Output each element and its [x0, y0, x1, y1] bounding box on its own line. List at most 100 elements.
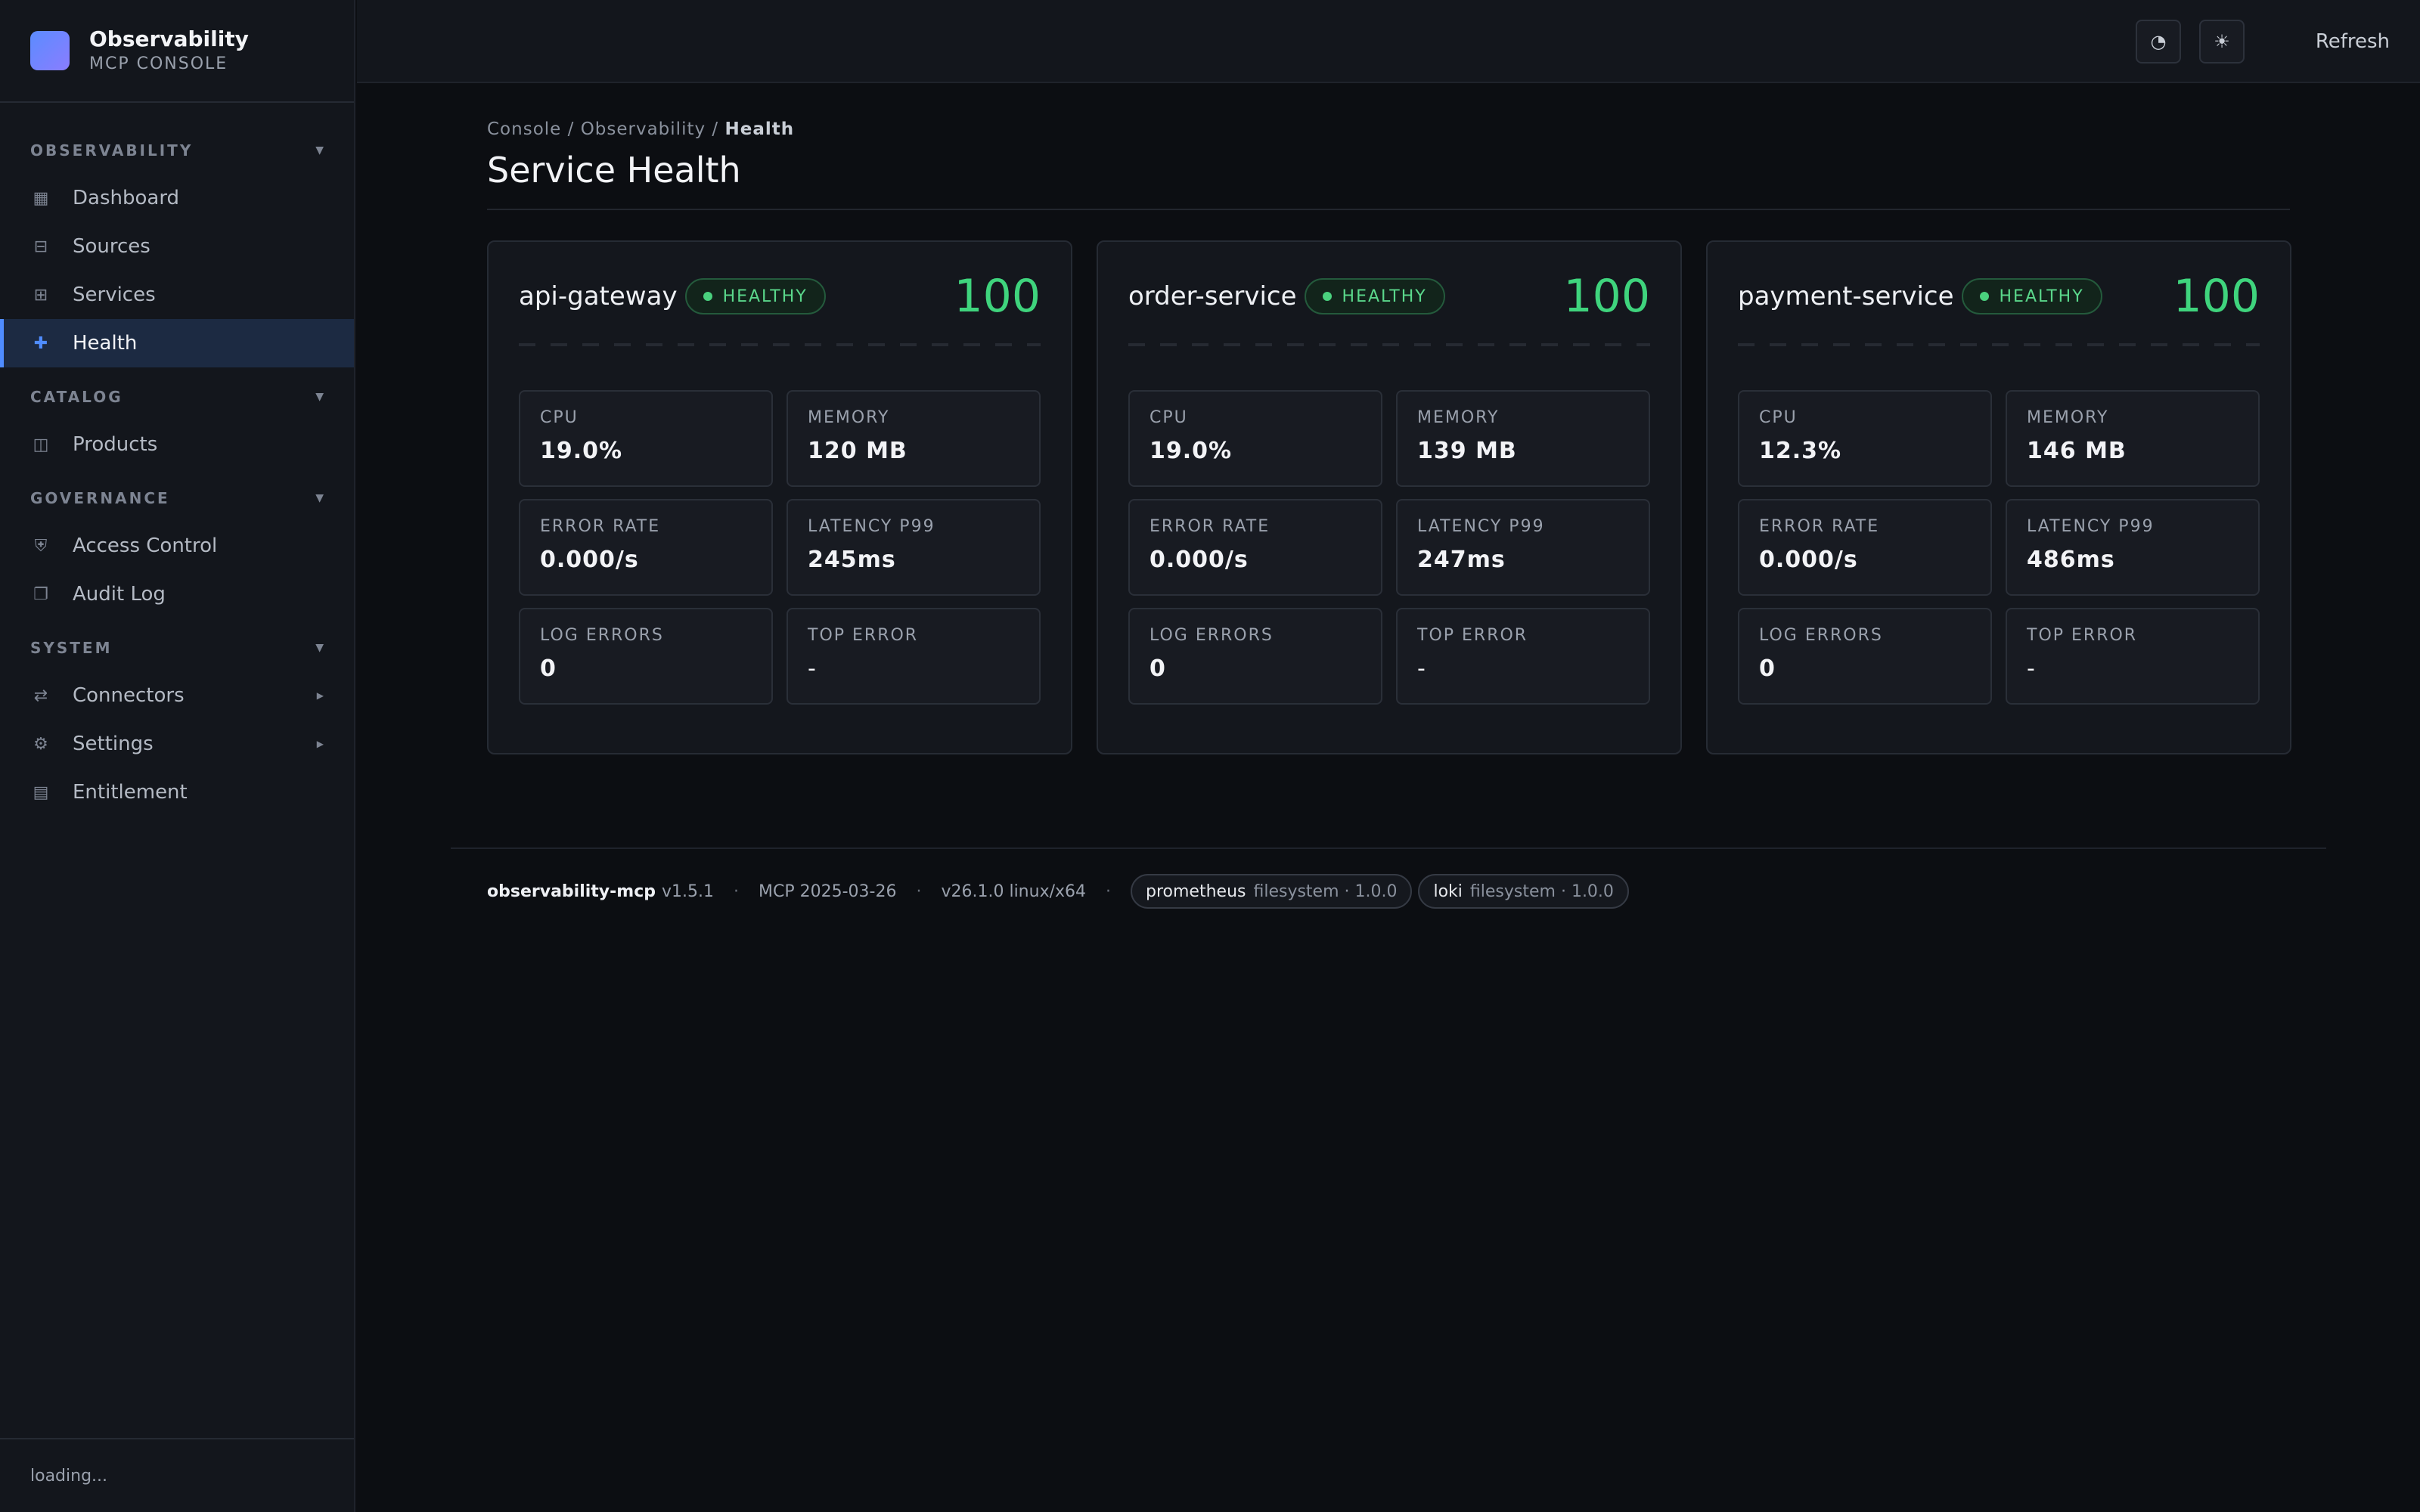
nav-section-governance[interactable]: GOVERNANCE ▼	[0, 475, 354, 522]
license-icon: ▤	[33, 782, 49, 802]
nav-section-title: GOVERNANCE	[30, 489, 170, 507]
footer-protocol: MCP 2025-03-26	[759, 881, 897, 901]
sidebar-item-health[interactable]: ✚ Health	[0, 319, 354, 367]
breadcrumb-observability[interactable]: Observability	[581, 119, 706, 139]
metric-cpu: CPU 19.0%	[519, 390, 773, 487]
nav-section-title: OBSERVABILITY	[30, 141, 194, 160]
nav-section-observability[interactable]: OBSERVABILITY ▼	[0, 127, 354, 174]
metric-label: LATENCY P99	[1417, 517, 1545, 536]
footer-divider	[451, 847, 2326, 849]
metric-label: LOG ERRORS	[540, 626, 664, 645]
metric-value: 19.0%	[1150, 438, 1233, 464]
nav-section-title: CATALOG	[30, 388, 123, 406]
breadcrumb: Console / Observability / Health	[487, 119, 2290, 139]
sidebar-item-settings[interactable]: ⚙ Settings ▶	[0, 720, 354, 768]
app-logo	[30, 31, 70, 70]
sidebar-item-label: Services	[73, 284, 156, 306]
status-dot-icon	[1979, 292, 1989, 301]
metric-memory: MEMORY 139 MB	[1396, 390, 1650, 487]
services-icon: ⊞	[33, 285, 48, 305]
document-icon: ❐	[33, 584, 48, 604]
theme-contrast-button[interactable]: ◔	[2136, 20, 2181, 64]
sidebar-item-access-control[interactable]: ⛨ Access Control	[0, 522, 354, 570]
footer-app-name: observability-mcp	[487, 881, 656, 901]
metric-top-error: TOP ERROR -	[2006, 608, 2260, 705]
metric-value: 0	[540, 655, 557, 682]
metric-label: TOP ERROR	[2027, 626, 2138, 645]
status-dot-icon	[1322, 292, 1332, 301]
plugin-meta: filesystem · 1.0.0	[1469, 881, 1614, 901]
service-card[interactable]: api-gateway HEALTHY 100 CPU 19.0% MEMORY 1…	[487, 240, 1072, 754]
connector-icon: ⇄	[33, 686, 48, 705]
chevron-down-icon: ▼	[315, 391, 324, 403]
breadcrumb-separator: /	[706, 119, 725, 139]
chevron-right-icon: ▶	[316, 739, 324, 749]
main-content: Console / Observability / Health Service…	[487, 83, 2291, 754]
chevron-right-icon: ▶	[316, 690, 324, 701]
metric-log-errors: LOG ERRORS 0	[1128, 608, 1382, 705]
status-badge: HEALTHY	[1961, 278, 2102, 314]
metric-value: 0.000/s	[1759, 547, 1858, 573]
sidebar-item-products[interactable]: ◫ Products	[0, 420, 354, 469]
sidebar-item-audit-log[interactable]: ❐ Audit Log	[0, 570, 354, 618]
status-badge: HEALTHY	[1304, 278, 1445, 314]
sidebar-item-label: Sources	[73, 235, 150, 258]
health-score: 100	[954, 270, 1041, 323]
metrics-grid: CPU 19.0% MEMORY 139 MB ERROR RATE 0.000/s …	[1128, 390, 1650, 705]
brand-header[interactable]: Observability MCP CONSOLE	[0, 0, 354, 103]
status-label: HEALTHY	[1342, 287, 1427, 306]
footer-app-version: v1.5.1	[662, 881, 714, 901]
app-name: Observability	[89, 26, 249, 51]
metric-label: MEMORY	[2027, 408, 2109, 427]
metric-value: 247ms	[1417, 547, 1506, 573]
metric-value: -	[2027, 655, 2036, 682]
chevron-down-icon: ▼	[315, 144, 324, 156]
sidebar-item-label: Access Control	[73, 534, 218, 557]
metric-latency-p99: LATENCY P99 486ms	[2006, 499, 2260, 596]
sparkline-placeholder	[1128, 343, 1650, 346]
plugin-chip-loki[interactable]: loki filesystem · 1.0.0	[1418, 874, 1629, 909]
service-card[interactable]: payment-service HEALTHY 100 CPU 12.3% MEM…	[1706, 240, 2291, 754]
metric-value: 486ms	[2027, 547, 2115, 573]
chevron-down-icon: ▼	[315, 642, 324, 654]
shield-icon: ⛨	[34, 536, 48, 556]
page-title: Service Health	[487, 150, 741, 191]
metric-error-rate: ERROR RATE 0.000/s	[1128, 499, 1382, 596]
plugin-chip-prometheus[interactable]: prometheus filesystem · 1.0.0	[1131, 874, 1413, 909]
metric-value: 0.000/s	[540, 547, 639, 573]
light-mode-button[interactable]: ☀	[2199, 20, 2245, 64]
refresh-button[interactable]: Refresh	[2316, 20, 2390, 64]
breadcrumb-current: Health	[724, 119, 795, 139]
plugin-meta: filesystem · 1.0.0	[1253, 881, 1398, 901]
health-score: 100	[2173, 270, 2260, 323]
metric-value: 0.000/s	[1150, 547, 1249, 573]
sidebar-item-services[interactable]: ⊞ Services	[0, 271, 354, 319]
sparkline-placeholder	[519, 343, 1041, 346]
top-bar: ◔ ☀ Refresh	[357, 0, 2420, 83]
nav-section-system[interactable]: SYSTEM ▼	[0, 624, 354, 671]
metric-label: LOG ERRORS	[1759, 626, 1883, 645]
nav-section-catalog[interactable]: CATALOG ▼	[0, 373, 354, 420]
health-score: 100	[1563, 270, 1650, 323]
breadcrumb-console[interactable]: Console	[487, 119, 561, 139]
status-dot-icon	[703, 292, 712, 301]
metric-error-rate: ERROR RATE 0.000/s	[1738, 499, 1992, 596]
sidebar-item-sources[interactable]: ⊟ Sources	[0, 222, 354, 271]
sidebar-item-dashboard[interactable]: ▦ Dashboard	[0, 174, 354, 222]
footer-separator: ·	[916, 881, 922, 901]
sidebar-item-connectors[interactable]: ⇄ Connectors ▶	[0, 671, 354, 720]
service-card[interactable]: order-service HEALTHY 100 CPU 19.0% MEMOR…	[1097, 240, 1682, 754]
sidebar-item-label: Dashboard	[73, 187, 180, 209]
metric-memory: MEMORY 120 MB	[786, 390, 1041, 487]
plus-icon: ✚	[33, 333, 48, 353]
status-label: HEALTHY	[722, 287, 808, 306]
sidebar-item-entitlement[interactable]: ▤ Entitlement	[0, 768, 354, 816]
metric-log-errors: LOG ERRORS 0	[1738, 608, 1992, 705]
metric-value: 19.0%	[540, 438, 623, 464]
metrics-grid: CPU 19.0% MEMORY 120 MB ERROR RATE 0.000/s …	[519, 390, 1041, 705]
metric-label: MEMORY	[808, 408, 890, 427]
book-icon: ◫	[33, 435, 49, 454]
footer-separator: ·	[734, 881, 739, 901]
metric-label: LOG ERRORS	[1150, 626, 1274, 645]
metric-label: LATENCY P99	[2027, 517, 2155, 536]
